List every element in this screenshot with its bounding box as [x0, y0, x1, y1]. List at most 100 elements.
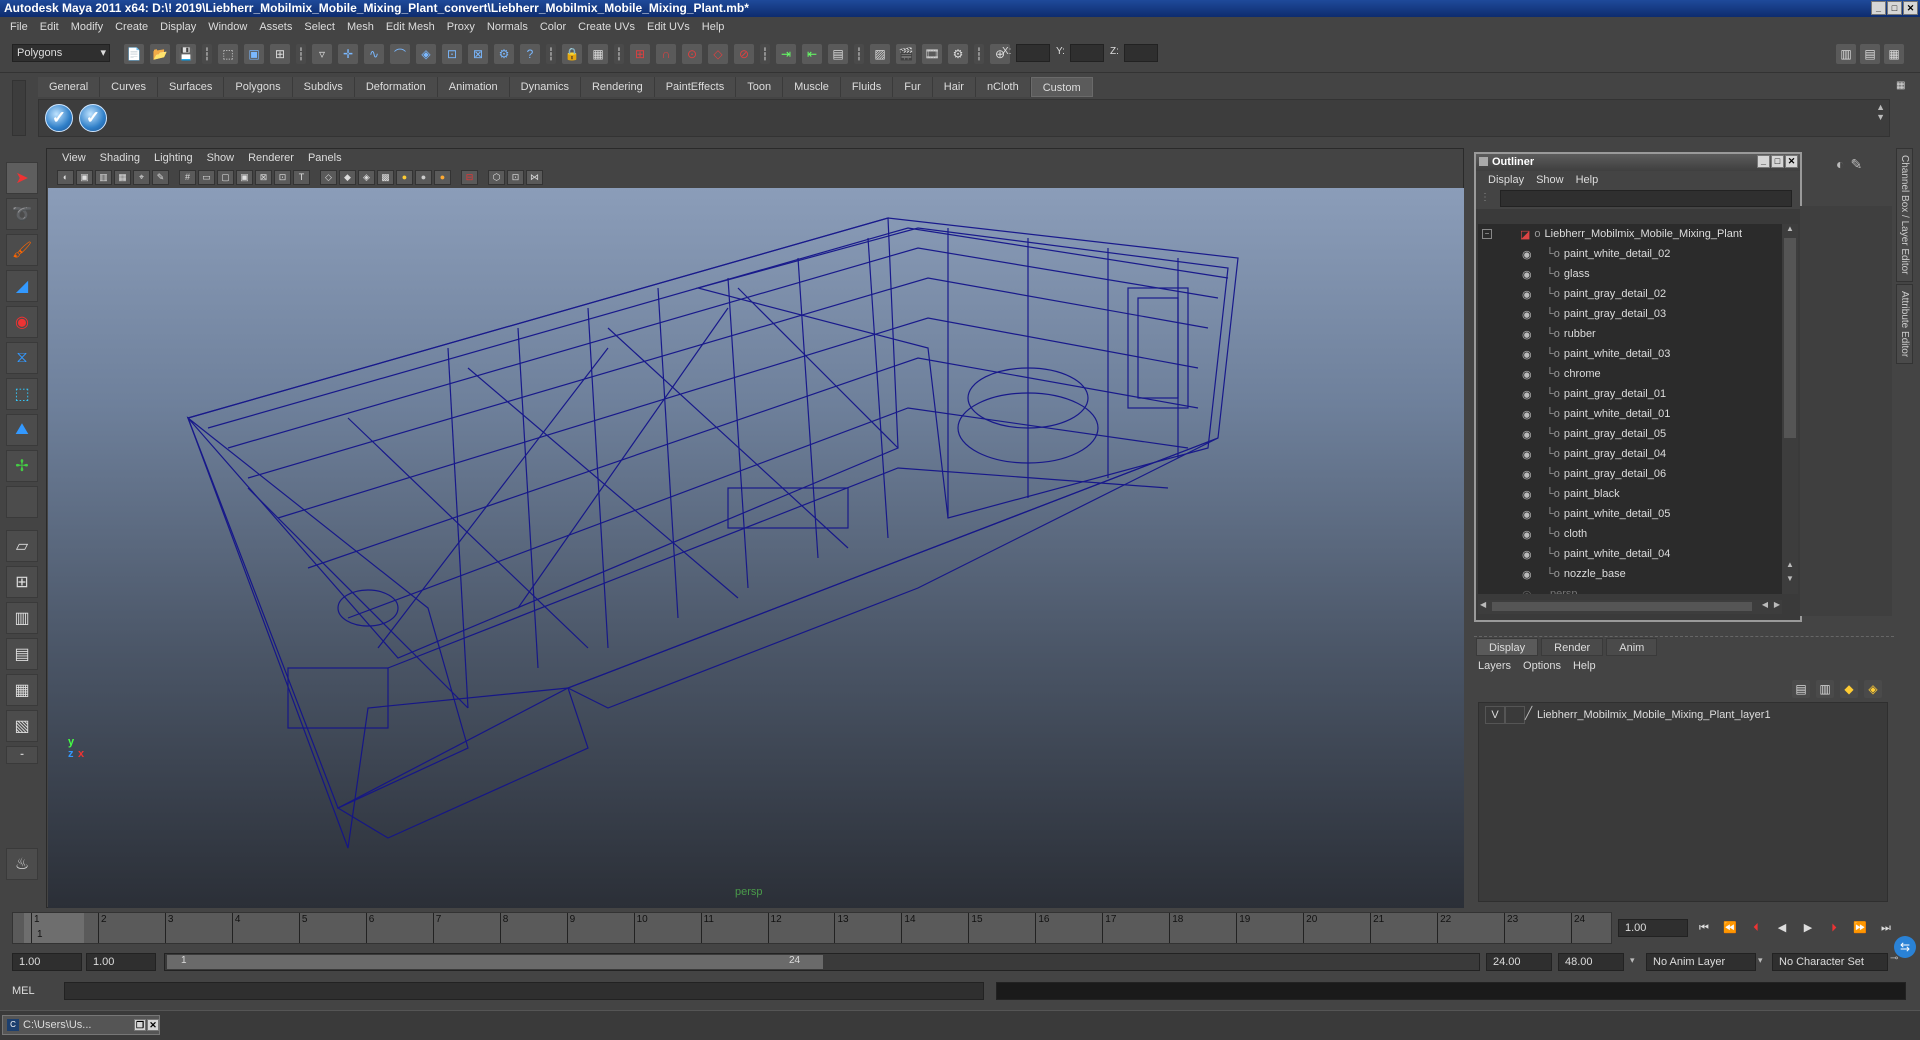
play-backward-icon[interactable]: ◀: [1772, 919, 1792, 937]
collapse-icon[interactable]: −: [1482, 229, 1492, 239]
layer-tab-anim[interactable]: Anim: [1606, 638, 1658, 656]
select-by-joint-icon[interactable]: ✛: [338, 44, 358, 64]
shelf-tab-subdivs[interactable]: Subdivs: [292, 77, 355, 97]
viewport-menu-shading[interactable]: Shading: [93, 152, 147, 164]
camera-attributes-icon[interactable]: ▣: [76, 169, 93, 185]
step-back-icon[interactable]: ⏪: [1720, 919, 1740, 937]
viewport-menu-view[interactable]: View: [55, 152, 93, 164]
wireframe-on-shaded-icon[interactable]: ◈: [358, 169, 375, 185]
time-slider[interactable]: 1 1 2 3 4 5 6 7 8 9 10 11 12 13 14 15 16 17 18 19 20 21 22 23 2…: [12, 912, 1612, 944]
grease-pencil-icon[interactable]: ✎: [152, 169, 169, 185]
menu-proxy[interactable]: Proxy: [441, 21, 481, 33]
shelf-tab-fur[interactable]: Fur: [893, 77, 933, 97]
help-icon[interactable]: ?: [520, 44, 540, 64]
command-language-label[interactable]: MEL: [12, 985, 52, 997]
more-layouts-icon[interactable]: ⁃: [6, 746, 38, 764]
persp-graph-hypergraph-layout-icon[interactable]: ▧: [6, 710, 38, 742]
select-tool-icon[interactable]: ➤: [6, 162, 38, 194]
outliner-item[interactable]: ◉ └ο paint_gray_detail_06: [1478, 464, 1782, 484]
scale-tool-icon[interactable]: ⧖: [6, 342, 38, 374]
taskbar-item[interactable]: C C:\Users\Us... ❐ ✕: [2, 1015, 160, 1035]
shelf-tab-painteffects[interactable]: PaintEffects: [654, 77, 737, 97]
outliner-item[interactable]: ◉ └ο paint_white_detail_02: [1478, 244, 1782, 264]
move-layer-down-icon[interactable]: ▥: [1816, 680, 1834, 698]
layer-tab-display[interactable]: Display: [1476, 638, 1539, 656]
safe-title-icon[interactable]: T: [293, 169, 310, 185]
move-tool-icon[interactable]: ◢: [6, 270, 38, 302]
shelf-tab-toon[interactable]: Toon: [736, 77, 784, 97]
select-by-dynamics-icon[interactable]: ⊡: [442, 44, 462, 64]
grid-icon[interactable]: #: [179, 169, 196, 185]
xray-icon[interactable]: ⬡: [488, 169, 505, 185]
outliner-root-row[interactable]: − ◪ ο Liebherr_Mobilmix_Mobile_Mixing_Pl…: [1478, 224, 1782, 244]
channel-box-tab[interactable]: Channel Box / Layer Editor: [1896, 148, 1913, 282]
chevron-down-icon[interactable]: ▾: [1758, 955, 1763, 966]
render-view-icon[interactable]: ▨: [870, 44, 890, 64]
high-quality-icon[interactable]: ⋈: [526, 169, 543, 185]
viewport-menu-renderer[interactable]: Renderer: [241, 152, 301, 164]
menu-edit-uvs[interactable]: Edit UVs: [641, 21, 696, 33]
scroll-thumb[interactable]: [1784, 238, 1796, 438]
menu-edit[interactable]: Edit: [34, 21, 65, 33]
layer-display-type-toggle[interactable]: [1505, 706, 1525, 724]
highlight-selection-icon[interactable]: ▦: [588, 44, 608, 64]
toggle-channel-box-icon[interactable]: ▦: [1884, 44, 1904, 64]
anim-layer-selector[interactable]: No Anim Layer: [1646, 953, 1756, 971]
shelf-tab-curves[interactable]: Curves: [100, 77, 158, 97]
save-scene-icon[interactable]: 💾: [176, 44, 196, 64]
create-layer-from-selected-icon[interactable]: ◈: [1864, 680, 1882, 698]
outliner-item[interactable]: ◉ └ο paint_gray_detail_01: [1478, 384, 1782, 404]
shelf-scroll-arrows-icon[interactable]: ▲ ▼: [1876, 102, 1885, 122]
character-set-selector[interactable]: No Character Set: [1772, 953, 1888, 971]
outliner-item[interactable]: ◉ └ο paint_gray_detail_05: [1478, 424, 1782, 444]
playback-end-field[interactable]: 24.00: [1486, 953, 1552, 971]
snap-to-view-plane-icon[interactable]: ◇: [708, 44, 728, 64]
film-gate-icon[interactable]: ▭: [198, 169, 215, 185]
universal-manipulator-icon[interactable]: ⬚: [6, 378, 38, 410]
chevron-down-icon[interactable]: ▾: [1630, 955, 1635, 966]
shelf-tab-animation[interactable]: Animation: [437, 77, 510, 97]
shelf-tab-deformation[interactable]: Deformation: [354, 77, 438, 97]
layer-menu-help[interactable]: Help: [1573, 660, 1596, 672]
shelf-tab-ncloth[interactable]: nCloth: [975, 77, 1031, 97]
safe-action-icon[interactable]: ⊡: [274, 169, 291, 185]
last-tool-icon[interactable]: [6, 486, 38, 518]
field-chart-icon[interactable]: ⊠: [255, 169, 272, 185]
select-hierarchy-icon[interactable]: ⬚: [218, 44, 238, 64]
outliner-filter-field[interactable]: [1500, 190, 1792, 207]
outliner-item[interactable]: ◉ └ο paint_white_detail_03: [1478, 344, 1782, 364]
textured-icon[interactable]: ▩: [377, 169, 394, 185]
shelf-tab-surfaces[interactable]: Surfaces: [157, 77, 225, 97]
range-slider-bar[interactable]: [167, 955, 823, 969]
2d-pan-zoom-icon[interactable]: ⌖: [133, 169, 150, 185]
filter-options-icon[interactable]: ⋮: [1480, 192, 1492, 204]
open-scene-icon[interactable]: 📂: [150, 44, 170, 64]
layer-tab-render[interactable]: Render: [1541, 638, 1604, 656]
viewport-menu-show[interactable]: Show: [200, 152, 242, 164]
make-live-icon[interactable]: ⊘: [734, 44, 754, 64]
go-to-end-icon[interactable]: ⏭: [1876, 919, 1896, 937]
menu-mesh[interactable]: Mesh: [341, 21, 380, 33]
y-coord-field[interactable]: [1070, 44, 1104, 62]
xray-joints-icon[interactable]: ⊡: [507, 169, 524, 185]
command-input[interactable]: [64, 982, 984, 1000]
layer-row[interactable]: V ╱ Liebherr_Mobilmix_Mobile_Mixing_Plan…: [1479, 705, 1887, 725]
z-coord-field[interactable]: [1124, 44, 1158, 62]
viewport-menu-lighting[interactable]: Lighting: [147, 152, 200, 164]
range-slider[interactable]: 1 24: [164, 953, 1480, 971]
minimize-button[interactable]: _: [1871, 1, 1886, 15]
select-by-handle-icon[interactable]: ▿: [312, 44, 332, 64]
outliner-vertical-scrollbar[interactable]: ▲ ▲ ▼: [1782, 224, 1798, 594]
outliner-item[interactable]: ◉ └ο cloth: [1478, 524, 1782, 544]
help-line-icon[interactable]: ⇆: [1894, 936, 1916, 958]
h-scroll-thumb[interactable]: [1492, 602, 1752, 611]
outliner-item[interactable]: ◉ └ο rubber: [1478, 324, 1782, 344]
menu-select[interactable]: Select: [298, 21, 341, 33]
menu-display[interactable]: Display: [154, 21, 202, 33]
shelf-tab-muscle[interactable]: Muscle: [783, 77, 841, 97]
paint-select-tool-icon[interactable]: 🖌: [6, 234, 38, 266]
toggle-tool-settings-icon[interactable]: ▤: [1860, 44, 1880, 64]
new-scene-icon[interactable]: 📄: [124, 44, 144, 64]
perspective-viewport[interactable]: y x z persp: [48, 188, 1464, 908]
render-current-frame-icon[interactable]: 🎬: [896, 44, 916, 64]
